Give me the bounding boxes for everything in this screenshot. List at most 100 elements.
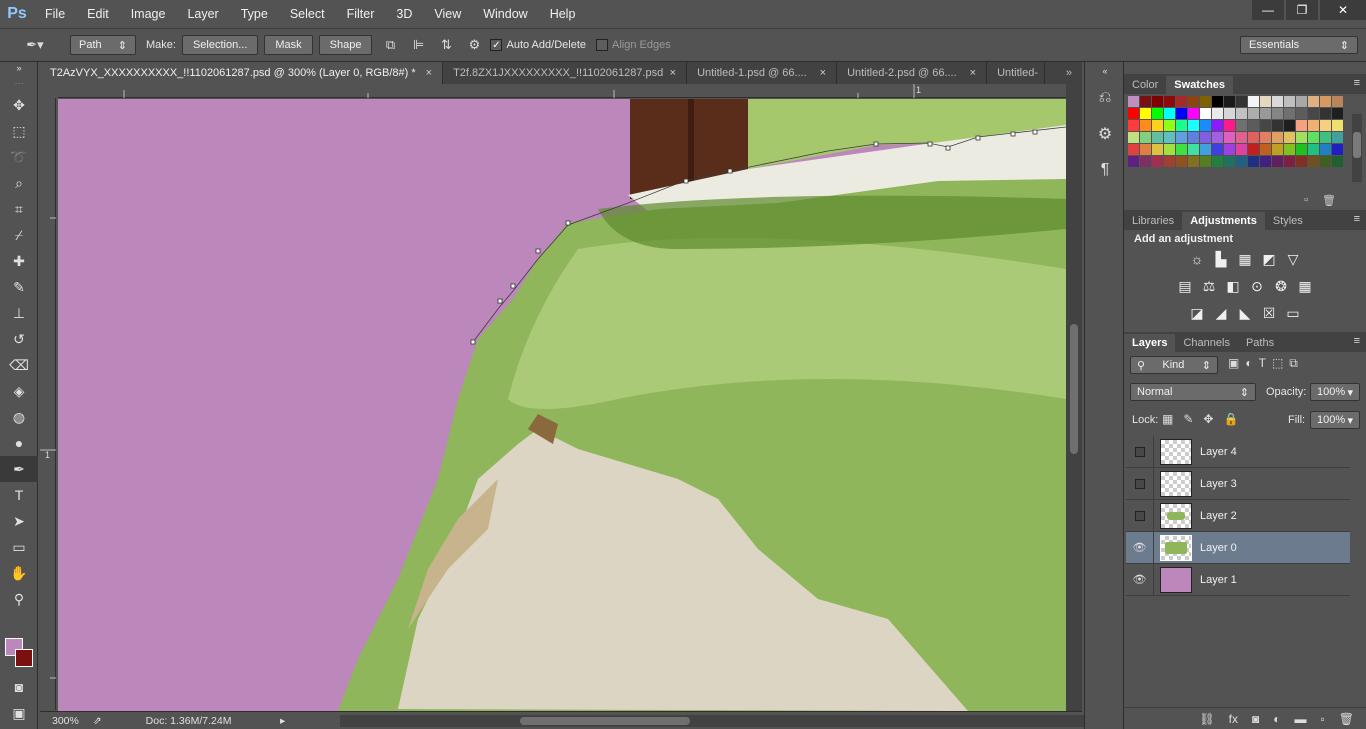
move-tool-icon[interactable]: ✥ bbox=[0, 92, 38, 118]
threshold-icon[interactable]: ◣ bbox=[1233, 302, 1257, 324]
menu-help[interactable]: Help bbox=[539, 0, 587, 28]
color-swatch[interactable] bbox=[1152, 120, 1163, 131]
color-swatch[interactable] bbox=[1212, 120, 1223, 131]
color-swatch[interactable] bbox=[1284, 144, 1295, 155]
path-alignment-icon[interactable]: ⊫ bbox=[406, 34, 430, 56]
scrollbar-thumb[interactable] bbox=[1353, 132, 1361, 158]
panel-menu-icon[interactable]: ≡ bbox=[1354, 335, 1360, 347]
color-swatch[interactable] bbox=[1248, 144, 1259, 155]
history-brush-tool-icon[interactable]: ↺ bbox=[0, 326, 38, 352]
eraser-tool-icon[interactable]: ⌫ bbox=[0, 352, 38, 378]
color-swatch[interactable] bbox=[1296, 120, 1307, 131]
invert-icon[interactable]: ◪ bbox=[1185, 302, 1209, 324]
color-swatch[interactable] bbox=[1332, 96, 1343, 107]
blend-mode-select[interactable]: Normal ⇕ bbox=[1130, 383, 1256, 401]
eyedropper-tool-icon[interactable]: ⌿ bbox=[0, 222, 38, 248]
color-swatch[interactable] bbox=[1284, 108, 1295, 119]
color-swatch[interactable] bbox=[1200, 96, 1211, 107]
color-swatch[interactable] bbox=[1128, 96, 1139, 107]
photo-filter-icon[interactable]: ⊙ bbox=[1245, 275, 1269, 297]
color-swatch[interactable] bbox=[1236, 144, 1247, 155]
tab-color[interactable]: Color bbox=[1124, 76, 1166, 94]
path-selection-tool-icon[interactable]: ➤ bbox=[0, 508, 38, 534]
new-layer-icon[interactable]: ▫ bbox=[1321, 712, 1325, 726]
make-selection-button[interactable]: Selection... bbox=[181, 35, 259, 55]
quick-selection-tool-icon[interactable]: ⌕ bbox=[0, 170, 38, 196]
color-swatch[interactable] bbox=[1320, 144, 1331, 155]
horizontal-scrollbar[interactable] bbox=[340, 715, 1096, 727]
color-swatch[interactable] bbox=[1296, 96, 1307, 107]
color-swatch[interactable] bbox=[1308, 120, 1319, 131]
color-swatch[interactable] bbox=[1296, 132, 1307, 143]
layer-visibility-toggle[interactable] bbox=[1126, 467, 1154, 500]
collapse-icon[interactable]: » bbox=[0, 62, 38, 74]
new-adjustment-layer-icon[interactable]: ◐ bbox=[1273, 712, 1280, 726]
color-swatch[interactable] bbox=[1200, 108, 1211, 119]
color-swatch[interactable] bbox=[1284, 156, 1295, 167]
color-swatch[interactable] bbox=[1308, 132, 1319, 143]
levels-icon[interactable]: ▙ bbox=[1209, 248, 1233, 270]
color-swatch[interactable] bbox=[1224, 108, 1235, 119]
color-swatch[interactable] bbox=[1260, 144, 1271, 155]
exposure-icon[interactable]: ◩ bbox=[1257, 248, 1281, 270]
new-swatch-icon[interactable]: ▫ bbox=[1304, 194, 1308, 206]
color-swatch[interactable] bbox=[1164, 156, 1175, 167]
lock-all-icon[interactable]: 🔒 bbox=[1223, 412, 1238, 426]
layer-filter-select[interactable]: ⚲ Kind ⇕ bbox=[1130, 356, 1218, 374]
color-swatch[interactable] bbox=[1152, 156, 1163, 167]
workspace-select[interactable]: Essentials ⇕ bbox=[1240, 36, 1358, 54]
align-edges-checkbox[interactable] bbox=[596, 39, 608, 51]
color-swatch[interactable] bbox=[1164, 144, 1175, 155]
color-lookup-icon[interactable]: ▦ bbox=[1293, 275, 1317, 297]
color-swatch[interactable] bbox=[1260, 156, 1271, 167]
color-swatch[interactable] bbox=[1272, 108, 1283, 119]
color-swatch[interactable] bbox=[1188, 132, 1199, 143]
color-swatch[interactable] bbox=[1140, 132, 1151, 143]
history-panel-icon[interactable]: ⎌ bbox=[1085, 80, 1125, 116]
type-filter-icon[interactable]: T bbox=[1259, 356, 1266, 371]
color-swatch[interactable] bbox=[1212, 96, 1223, 107]
tab-layers[interactable]: Layers bbox=[1124, 334, 1176, 352]
color-swatch[interactable] bbox=[1296, 108, 1307, 119]
color-swatch[interactable] bbox=[1248, 132, 1259, 143]
color-swatch[interactable] bbox=[1296, 156, 1307, 167]
dodge-tool-icon[interactable]: ● bbox=[0, 430, 38, 456]
color-swatch[interactable] bbox=[1296, 144, 1307, 155]
color-swatch[interactable] bbox=[1176, 132, 1187, 143]
tab-document-1[interactable]: T2AzVYX_XXXXXXXXXX_!!1102061287.psd @ 30… bbox=[40, 62, 444, 84]
color-swatch[interactable] bbox=[1272, 120, 1283, 131]
ruler-horizontal[interactable]: 1 bbox=[58, 84, 1066, 98]
document-canvas[interactable] bbox=[58, 99, 1066, 711]
new-group-icon[interactable]: ▬ bbox=[1295, 712, 1307, 726]
tab-document-2[interactable]: T2f.8ZX1JXXXXXXXXX_!!1102061287.psd × bbox=[443, 62, 688, 84]
smart-object-filter-icon[interactable]: ⧉ bbox=[1289, 356, 1298, 371]
fx-icon[interactable]: fx bbox=[1229, 712, 1238, 726]
tab-document-4[interactable]: Untitled-2.psd @ 66.... × bbox=[837, 62, 988, 84]
color-swatch[interactable] bbox=[1248, 120, 1259, 131]
tab-styles[interactable]: Styles bbox=[1265, 212, 1311, 230]
pixel-filter-icon[interactable]: ▣ bbox=[1228, 356, 1239, 371]
vibrance-icon[interactable]: ▽ bbox=[1281, 248, 1305, 270]
healing-brush-tool-icon[interactable]: ✚ bbox=[0, 248, 38, 274]
color-swatch[interactable] bbox=[1152, 144, 1163, 155]
tab-paths[interactable]: Paths bbox=[1238, 334, 1282, 352]
color-swatch[interactable] bbox=[1188, 144, 1199, 155]
color-swatch[interactable] bbox=[1248, 96, 1259, 107]
color-swatch[interactable] bbox=[1272, 156, 1283, 167]
color-swatch[interactable] bbox=[1224, 96, 1235, 107]
color-swatch[interactable] bbox=[1260, 132, 1271, 143]
tab-channels[interactable]: Channels bbox=[1175, 334, 1237, 352]
close-icon[interactable]: × bbox=[670, 67, 676, 79]
color-swatch[interactable] bbox=[1260, 120, 1271, 131]
adjustment-filter-icon[interactable]: ◐ bbox=[1245, 356, 1252, 371]
color-swatch[interactable] bbox=[1152, 108, 1163, 119]
type-tool-icon[interactable]: T bbox=[0, 482, 38, 508]
color-swatch[interactable] bbox=[1140, 156, 1151, 167]
color-swatch[interactable] bbox=[1128, 144, 1139, 155]
color-swatch[interactable] bbox=[1152, 96, 1163, 107]
arrow-right-icon[interactable]: ▸ bbox=[280, 715, 285, 727]
fill-input[interactable]: 100% ▾ bbox=[1310, 411, 1360, 429]
menu-file[interactable]: File bbox=[34, 0, 76, 28]
color-balance-icon[interactable]: ⚖ bbox=[1197, 275, 1221, 297]
menu-type[interactable]: Type bbox=[230, 0, 279, 28]
